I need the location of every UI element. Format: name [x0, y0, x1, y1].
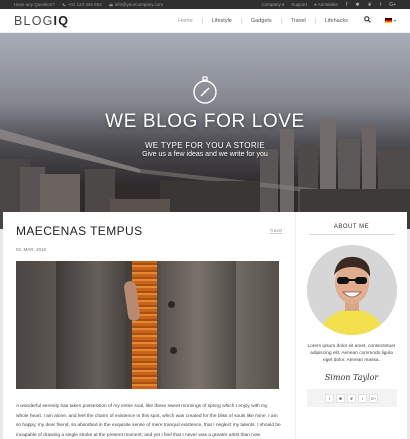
phone-link[interactable]: +01 123 445 553: [62, 2, 102, 7]
logo-text: BLOG: [14, 13, 54, 28]
phone-number: +01 123 445 553: [67, 2, 102, 7]
nav-menu: Home Lifestyle Gadgets Travel Lifehacks …: [169, 16, 396, 25]
email-link[interactable]: info@yourcompany.com: [108, 2, 163, 7]
nav-item-lifestyle[interactable]: Lifestyle: [212, 18, 232, 24]
post-title[interactable]: MAECENAS TEMPUS: [16, 224, 281, 238]
search-icon: [364, 16, 371, 23]
post-category-link[interactable]: Travel: [269, 228, 282, 234]
sidebar-twitter-button[interactable]: ❦: [347, 393, 356, 403]
topbar-facebook-link[interactable]: f: [346, 2, 347, 8]
nav-divider: [240, 17, 242, 24]
hero-content: WE BLOG FOR LOVE WE TYPE FOR YOU A STORI…: [0, 75, 410, 158]
topbar-tumblr-link[interactable]: t: [380, 2, 381, 8]
envelope-icon: [108, 3, 113, 6]
tumblr-icon: t: [379, 1, 382, 8]
post-excerpt: A wonderful serenity has taken possessio…: [16, 404, 281, 438]
language-caret-icon[interactable]: ▾: [394, 18, 396, 23]
phone-icon: [62, 2, 66, 6]
twitter-icon: ❦: [367, 1, 372, 8]
sidebar-facebook-button[interactable]: f: [325, 393, 334, 403]
about-me-heading: ABOUT ME: [333, 224, 370, 230]
email-address: info@yourcompany.com: [114, 2, 163, 7]
coat-right-shape: [161, 261, 236, 389]
site-logo[interactable]: BLOGIQ: [14, 14, 69, 28]
compass-icon: [193, 76, 217, 104]
nav-home-label: Home: [178, 17, 193, 24]
top-utility-bar: Have any Question? +01 123 445 553 info@…: [0, 0, 410, 9]
support-label: Support: [291, 2, 307, 7]
topbar-twitter-link[interactable]: ❦: [368, 2, 372, 8]
hero-description: Give us a few ideas and we write for you: [142, 151, 268, 158]
german-flag-icon[interactable]: [384, 18, 392, 23]
support-link[interactable]: Support: [291, 2, 307, 7]
sidebar-pinterest-button[interactable]: ✱: [336, 393, 345, 403]
sidebar: ABOUT ME Lorem ipsum dolor sit amet, con…: [295, 212, 407, 439]
coat-button: [168, 301, 175, 308]
author-avatar: [306, 245, 397, 335]
question-label: Have any Question?: [14, 2, 55, 7]
nav-item-lifehacks[interactable]: Lifehacks: [325, 18, 348, 24]
hero-banner: WE BLOG FOR LOVE WE TYPE FOR YOU A STORI…: [0, 33, 410, 229]
blog-post: MAECENAS TEMPUS Travel 02. MAR, 2016 A w…: [3, 212, 294, 439]
google-plus-icon: G+: [389, 1, 396, 8]
nav-divider: [280, 17, 282, 24]
twitter-icon: ❦: [349, 395, 354, 401]
nav-divider: [201, 17, 203, 24]
tumblr-icon: t: [361, 395, 364, 401]
topbar-googleplus-link[interactable]: G+: [389, 2, 396, 8]
topbar-pinterest-link[interactable]: ✱: [355, 2, 359, 8]
hero-title: WE BLOG FOR LOVE: [105, 111, 305, 132]
chevron-down-icon: ▾: [281, 1, 285, 7]
pinterest-icon: ✱: [338, 395, 343, 401]
about-me-text: Lorem ipsum dolor sit amet, consectetuer…: [307, 344, 396, 363]
sidebar-social-links: f ✱ ❦ t G+: [306, 389, 397, 407]
facebook-icon: f: [328, 395, 331, 401]
author-photo: [306, 245, 397, 335]
company-menu[interactable]: Company ▾: [261, 2, 284, 8]
login-link[interactable]: ● Anmelden: [314, 2, 338, 7]
post-date: 02. MAR, 2016: [16, 247, 47, 252]
coat-left-shape: [56, 261, 126, 389]
nav-divider: [314, 17, 316, 24]
coat-button: [170, 347, 177, 354]
search-button[interactable]: [364, 16, 371, 25]
author-signature: Simon Taylor: [324, 373, 379, 382]
google-plus-icon: G+: [370, 395, 377, 401]
nav-gadgets-label: Gadgets: [250, 17, 272, 24]
hero-subtitle: WE TYPE FOR YOU A STORIE: [144, 141, 266, 150]
post-featured-image[interactable]: [16, 261, 279, 389]
nav-lifehacks-label: Lifehacks: [324, 17, 348, 24]
heading-divider: [308, 234, 395, 235]
nav-item-travel[interactable]: Travel: [291, 18, 306, 24]
nav-travel-label: Travel: [290, 17, 306, 24]
sidebar-tumblr-button[interactable]: t: [358, 393, 367, 403]
question-text: Have any Question?: [14, 2, 55, 7]
company-label: Company: [261, 1, 281, 7]
nav-item-home[interactable]: Home: [178, 18, 193, 24]
scarf-shape: [132, 261, 157, 389]
login-label: Anmelden: [317, 2, 338, 7]
logo-bold-text: IQ: [53, 13, 70, 28]
content-area: MAECENAS TEMPUS Travel 02. MAR, 2016 A w…: [3, 212, 407, 439]
pinterest-icon: ✱: [355, 1, 360, 8]
nav-item-gadgets[interactable]: Gadgets: [251, 18, 272, 24]
main-navbar: BLOGIQ Home Lifestyle Gadgets Travel Lif…: [0, 9, 410, 33]
sidebar-googleplus-button[interactable]: G+: [369, 393, 378, 403]
facebook-icon: f: [346, 1, 348, 8]
nav-lifestyle-label: Lifestyle: [211, 17, 232, 24]
user-icon: ●: [314, 2, 317, 7]
